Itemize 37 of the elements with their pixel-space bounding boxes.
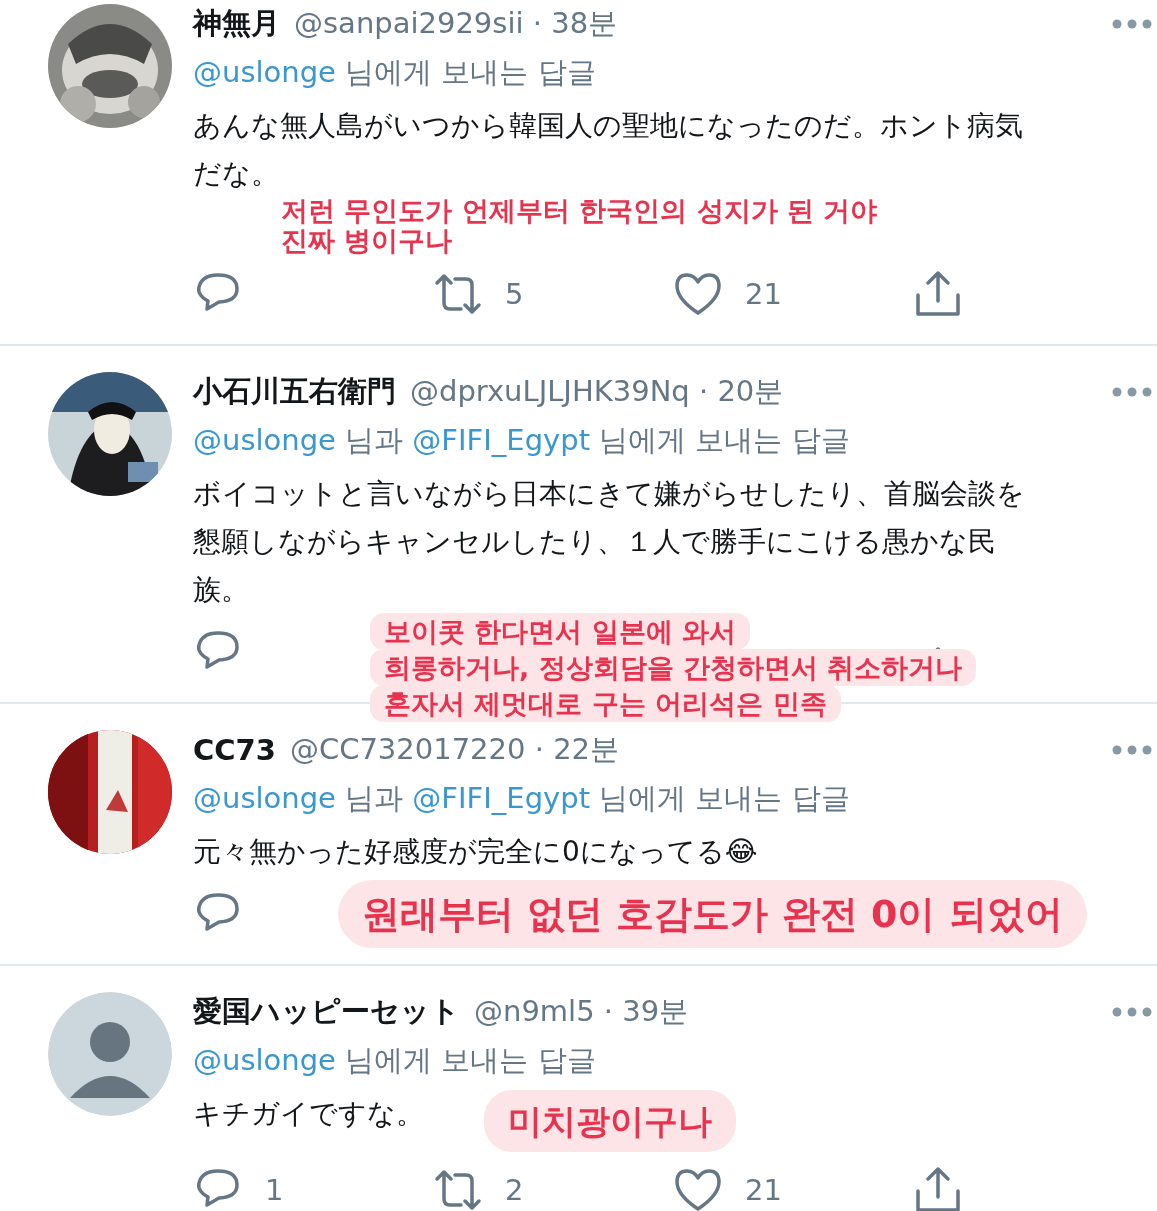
translation-label: 원래부터 없던 호감도가 완전 0이 되었어 xyxy=(338,880,1087,948)
like-count: 21 xyxy=(745,1173,782,1207)
tweet-text: キチガイですな。 xyxy=(193,1096,424,1132)
more-icon[interactable] xyxy=(1111,386,1153,398)
handle-and-time: @n9ml5 · 39분 xyxy=(474,993,690,1030)
display-name: 小石川五右衛門 xyxy=(193,373,396,410)
reply-context: @uslonge 님과 @FIFI_Egypt 님에게 보내는 답글 xyxy=(193,422,851,459)
share-icon[interactable] xyxy=(913,269,963,319)
translation-label: 미치광이구나 xyxy=(484,1090,736,1152)
display-name: 愛国ハッピーセット xyxy=(193,993,460,1030)
more-icon[interactable] xyxy=(1111,18,1153,30)
reply-context: @uslonge 님과 @FIFI_Egypt 님에게 보내는 답글 xyxy=(193,780,851,817)
handle-and-time: @sanpai2929sii · 38분 xyxy=(294,5,619,42)
tweet-text: ボイコットと言いながら日本にきて嫌がらせしたり、首脳会談を懇願しながらキャンセルしたり、１人で勝手にこける愚かな民族。 xyxy=(193,476,1026,608)
tweet-text: 元々無かった好感度が完全に0になってる😂 xyxy=(193,834,758,870)
reply-context: @uslonge 님에게 보내는 답글 xyxy=(193,1042,597,1079)
tweet-text: あんな無人島がいつから韓国人の聖地になったのだ。ホント病気だな。 xyxy=(193,108,1024,192)
display-name: 神無月 xyxy=(193,5,280,42)
reply-count: 1 xyxy=(265,1173,284,1207)
retweet-count: 5 xyxy=(505,277,524,311)
reply-context: @uslonge 님에게 보내는 답글 xyxy=(193,54,597,91)
translation-text: 저런 무인도가 언제부터 한국인의 성지가 된 거야 진짜 병이구나 xyxy=(281,196,879,256)
handle-and-time: @CC732017220 · 22분 xyxy=(289,731,621,768)
more-icon[interactable] xyxy=(1111,1006,1153,1018)
mention-link[interactable]: @uslonge xyxy=(193,781,336,815)
more-icon[interactable] xyxy=(1111,744,1153,756)
like-count: 21 xyxy=(745,277,782,311)
share-icon[interactable] xyxy=(913,1165,963,1211)
mention-link[interactable]: @uslonge xyxy=(193,1043,336,1077)
mention-link[interactable]: @FIFI_Egypt xyxy=(412,423,590,457)
mention-link[interactable]: @FIFI_Egypt xyxy=(412,781,590,815)
default-avatar-icon xyxy=(48,992,172,1116)
retweet-count: 2 xyxy=(505,1173,524,1207)
handle-and-time: @dprxuLJLJHK39Nq · 20분 xyxy=(410,373,785,410)
mention-link[interactable]: @uslonge xyxy=(193,55,336,89)
mention-link[interactable]: @uslonge xyxy=(193,423,336,457)
display-name: CC73 xyxy=(193,733,276,767)
